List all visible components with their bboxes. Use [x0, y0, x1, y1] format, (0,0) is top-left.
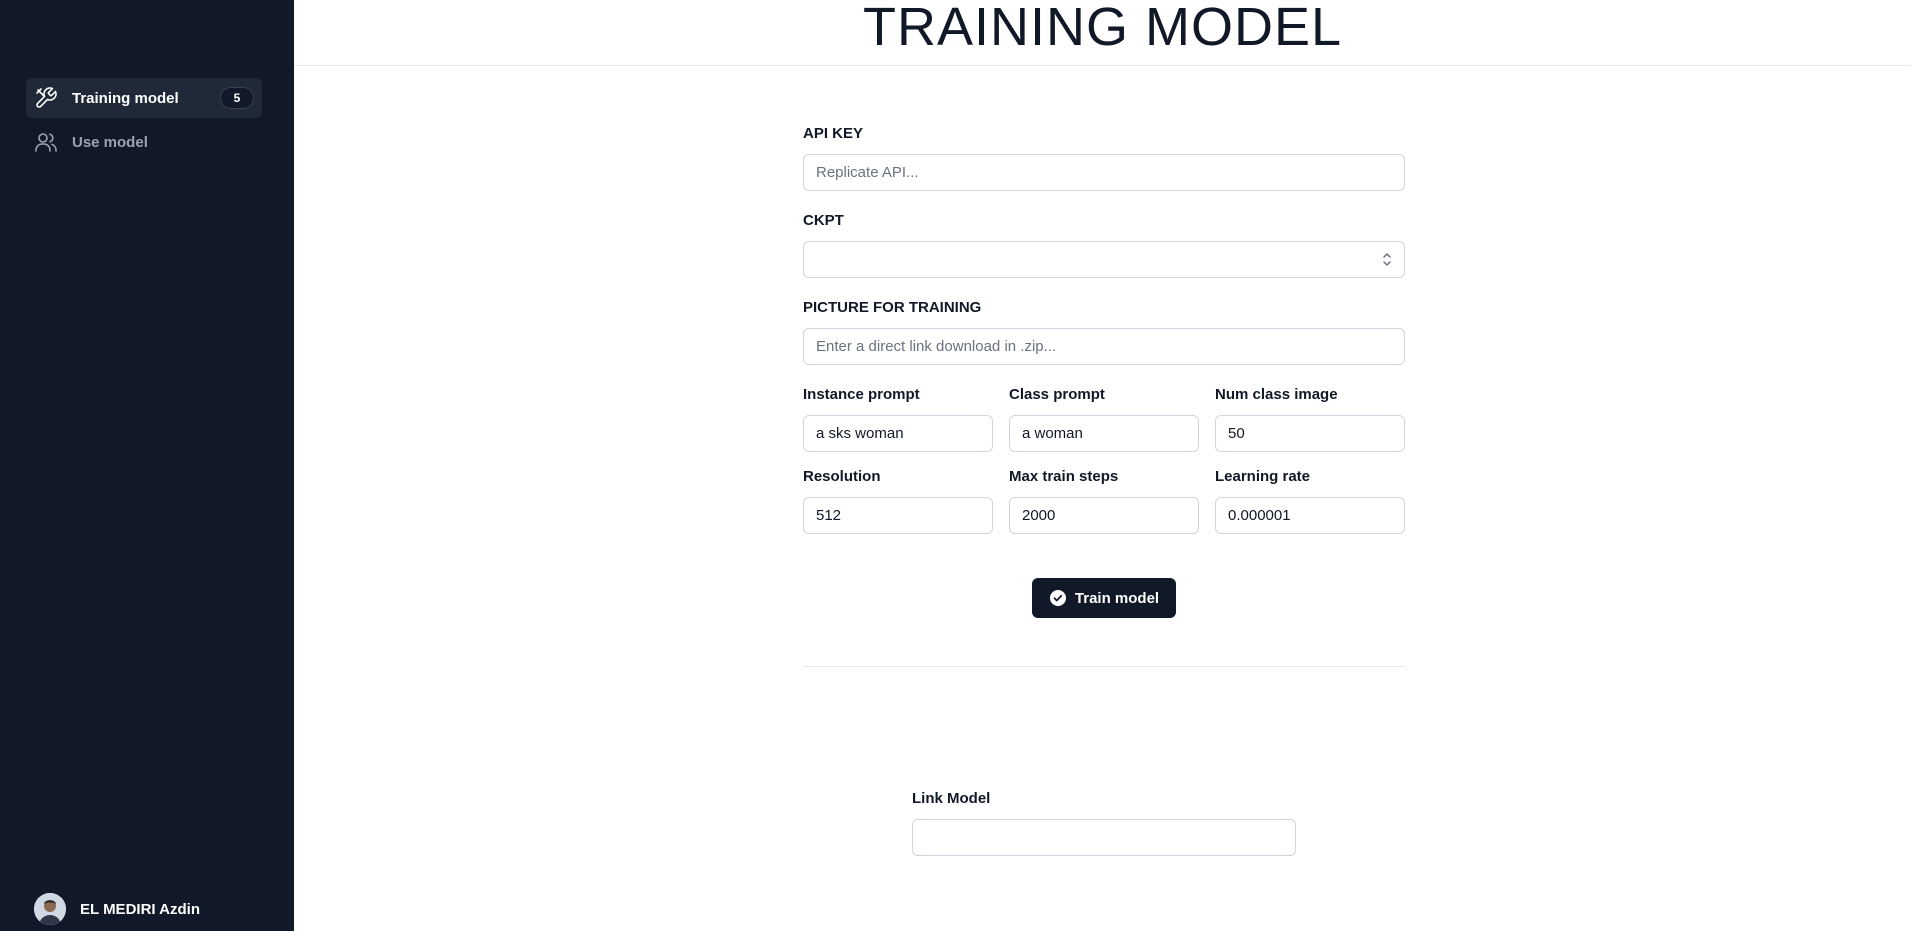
- user-name: EL MEDIRI Azdin: [80, 900, 200, 918]
- api-key-group: API KEY: [803, 124, 1405, 191]
- tools-icon: [34, 86, 58, 110]
- link-model-label: Link Model: [912, 790, 991, 807]
- ckpt-label: CKPT: [803, 212, 844, 229]
- sidebar-item-training-model[interactable]: Training model 5: [26, 78, 262, 118]
- ckpt-group: CKPT: [803, 211, 1405, 278]
- instance-prompt-group: Instance prompt: [803, 385, 993, 452]
- chevron-up-down-icon: [1381, 251, 1393, 268]
- sidebar: Training model 5 Use model EL MEDIRI Azd…: [0, 0, 294, 931]
- picture-label: PICTURE FOR TRAINING: [803, 299, 982, 316]
- instance-prompt-input[interactable]: [803, 415, 993, 452]
- learning-rate-group: Learning rate: [1215, 467, 1405, 534]
- users-icon: [34, 130, 58, 154]
- num-class-image-group: Num class image: [1215, 385, 1405, 452]
- page-title: TRAINING MODEL: [862, 0, 1343, 57]
- page-header: TRAINING MODEL: [294, 0, 1911, 66]
- prompt-row: Instance prompt Class prompt Num class i…: [803, 385, 1405, 452]
- num-class-image-label: Num class image: [1215, 386, 1338, 403]
- sidebar-item-label: Training model: [72, 89, 179, 107]
- max-train-steps-group: Max train steps: [1009, 467, 1199, 534]
- picture-group: PICTURE FOR TRAINING: [803, 298, 1405, 365]
- train-model-button[interactable]: Train model: [1032, 578, 1176, 618]
- resolution-input[interactable]: [803, 497, 993, 534]
- training-params-row: Resolution Max train steps Learning rate: [803, 467, 1405, 534]
- divider: [803, 666, 1405, 667]
- class-prompt-input[interactable]: [1009, 415, 1199, 452]
- api-key-label: API KEY: [803, 125, 864, 142]
- training-form: API KEY CKPT PICTURE FOR TRAINING Instan…: [803, 124, 1405, 549]
- ckpt-select[interactable]: [803, 241, 1405, 278]
- link-model-input[interactable]: [912, 819, 1296, 856]
- sidebar-item-use-model[interactable]: Use model: [26, 122, 262, 162]
- resolution-group: Resolution: [803, 467, 993, 534]
- sidebar-nav: Training model 5 Use model: [26, 78, 262, 166]
- check-circle-icon: [1049, 589, 1067, 607]
- api-key-input[interactable]: [803, 154, 1405, 191]
- class-prompt-label: Class prompt: [1009, 386, 1105, 403]
- sidebar-item-label: Use model: [72, 133, 148, 151]
- max-train-steps-input[interactable]: [1009, 497, 1199, 534]
- instance-prompt-label: Instance prompt: [803, 386, 920, 403]
- avatar: [34, 893, 66, 925]
- class-prompt-group: Class prompt: [1009, 385, 1199, 452]
- learning-rate-label: Learning rate: [1215, 468, 1311, 485]
- picture-input[interactable]: [803, 328, 1405, 365]
- ckpt-select-wrap: [803, 241, 1405, 278]
- max-train-steps-label: Max train steps: [1009, 468, 1119, 485]
- learning-rate-input[interactable]: [1215, 497, 1405, 534]
- count-badge: 5: [220, 87, 254, 109]
- link-model-group: Link Model: [912, 789, 1296, 856]
- resolution-label: Resolution: [803, 468, 881, 485]
- user-profile[interactable]: EL MEDIRI Azdin: [34, 893, 200, 925]
- train-model-label: Train model: [1074, 589, 1160, 607]
- num-class-image-input[interactable]: [1215, 415, 1405, 452]
